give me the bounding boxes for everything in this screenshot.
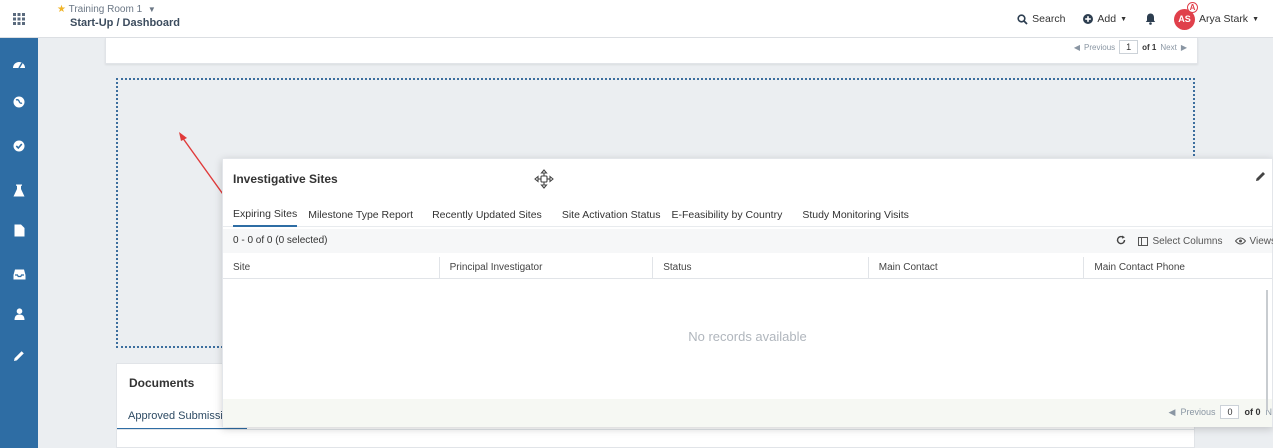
prev-arrow-icon[interactable]: ◀	[1169, 407, 1176, 418]
avatar-initials: AS	[1178, 14, 1191, 24]
pager-previous[interactable]: Previous	[1180, 407, 1215, 417]
tab-milestone-type-report[interactable]: Milestone Type Report	[308, 203, 413, 227]
columns-icon	[1138, 236, 1149, 246]
views-label: Views	[1249, 235, 1273, 247]
check-circle-icon[interactable]	[0, 134, 38, 158]
add-label: Add	[1097, 13, 1117, 25]
views-button[interactable]: Views	[1234, 235, 1273, 247]
tab-study-monitoring-visits[interactable]: Study Monitoring Visits	[802, 203, 909, 227]
grid-toolbar: 0 - 0 of 0 (0 selected) Select Columns V…	[223, 229, 1273, 253]
empty-state-message: No records available	[688, 329, 807, 344]
pager-next[interactable]: Next	[1160, 43, 1176, 52]
tab-expiring-sites[interactable]: Expiring Sites	[233, 203, 298, 227]
edit-pencil-icon[interactable]	[1255, 171, 1266, 185]
select-columns-button[interactable]: Select Columns	[1138, 235, 1223, 247]
page-number-input[interactable]: 0	[1220, 405, 1240, 419]
pager-previous[interactable]: Previous	[1084, 43, 1115, 52]
avatar-badge: A	[1187, 1, 1199, 13]
avatar: AS A	[1174, 1, 1199, 30]
room-name: Training Room 1	[68, 4, 143, 15]
documents-title: Documents	[129, 376, 195, 390]
add-menu-button[interactable]: Add ▼	[1083, 13, 1127, 25]
refresh-icon[interactable]	[1116, 235, 1126, 248]
plus-circle-icon	[1083, 14, 1094, 24]
pagination: ◀ Previous 1 of 1 Next ▶	[1074, 40, 1187, 54]
divider	[117, 429, 1194, 430]
widget-tabs: Expiring Sites Milestone Type Report Rec…	[223, 203, 1272, 227]
caret-down-icon: ▼	[1252, 15, 1259, 23]
star-icon: ★	[57, 4, 66, 15]
prev-arrow-icon[interactable]: ◀	[1074, 43, 1080, 52]
breadcrumb[interactable]: Start-Up / Dashboard	[70, 17, 180, 29]
search-icon	[1017, 13, 1028, 25]
pagination: ◀ Previous 0 of 0 N	[1169, 405, 1272, 419]
left-navigation	[0, 38, 38, 448]
document-icon[interactable]	[0, 218, 38, 242]
dashboard-gauge-icon[interactable]	[0, 52, 38, 76]
column-header-main-contact[interactable]: Main Contact	[867, 257, 1084, 279]
inbox-icon[interactable]	[0, 262, 38, 286]
room-selector[interactable]: ★ Training Room 1 ▼	[57, 4, 156, 15]
selection-count: 0 - 0 of 0 (0 selected)	[233, 235, 328, 246]
select-columns-label: Select Columns	[1152, 235, 1223, 247]
next-arrow-icon[interactable]: ▶	[1181, 43, 1187, 52]
tab-e-feasibility-by-country[interactable]: E-Feasibility by Country	[671, 203, 782, 227]
column-header-status[interactable]: Status	[652, 257, 868, 279]
tab-site-activation-status[interactable]: Site Activation Status	[562, 203, 661, 227]
bell-icon	[1145, 13, 1156, 25]
page-scrollbar[interactable]	[1266, 290, 1268, 410]
search-button[interactable]: Search	[1017, 13, 1065, 25]
user-icon[interactable]	[0, 302, 38, 326]
column-header-site[interactable]: Site	[223, 257, 439, 279]
apps-grid-icon[interactable]	[0, 0, 38, 38]
caret-down-icon: ▼	[147, 5, 156, 14]
tab-recently-updated-sites[interactable]: Recently Updated Sites	[432, 203, 542, 227]
pencil-icon[interactable]	[0, 344, 38, 368]
annotation-arrow	[179, 132, 226, 198]
eye-icon	[1234, 237, 1246, 245]
investigative-sites-widget[interactable]: Investigative Sites Expiring Sites Miles…	[222, 158, 1273, 427]
user-name: Arya Stark	[1199, 13, 1249, 25]
grid-header: Site Principal Investigator Status Main …	[223, 257, 1272, 279]
upper-widget-panel: ◀ Previous 1 of 1 Next ▶	[105, 38, 1198, 64]
globe-icon[interactable]	[0, 90, 38, 114]
widget-title: Investigative Sites	[233, 172, 338, 186]
move-icon[interactable]	[534, 169, 554, 192]
column-header-main-contact-phone[interactable]: Main Contact Phone	[1083, 257, 1272, 279]
grid-icon	[13, 13, 25, 25]
flask-icon[interactable]	[0, 178, 38, 202]
user-menu[interactable]: AS A Arya Stark ▼	[1174, 1, 1259, 30]
pager-of: of 0	[1244, 407, 1261, 417]
search-label: Search	[1032, 13, 1066, 25]
grid-footer: ◀ Previous 0 of 0 N	[223, 399, 1272, 427]
caret-down-icon: ▼	[1120, 15, 1128, 23]
column-header-principal-investigator[interactable]: Principal Investigator	[438, 257, 653, 279]
notifications-button[interactable]	[1145, 13, 1156, 25]
pager-of: of 1	[1142, 42, 1157, 52]
top-header: ★ Training Room 1 ▼ Start-Up / Dashboard…	[0, 0, 1273, 38]
page-number-input[interactable]: 1	[1119, 40, 1139, 54]
